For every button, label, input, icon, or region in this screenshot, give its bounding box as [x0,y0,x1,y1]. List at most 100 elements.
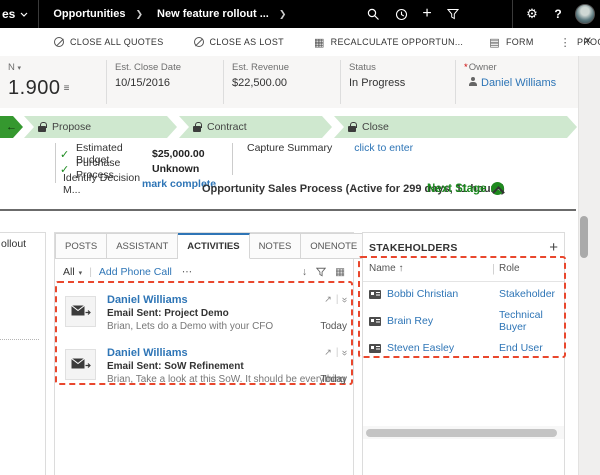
activity-subject[interactable]: Email Sent: Project Demo [107,308,347,319]
record-name-partial: ollout [1,238,27,250]
activity-owner-link[interactable]: Daniel Williams [107,294,347,306]
timeline-card: POSTS ASSISTANT ACTIVITIES NOTES ONENOTE… [54,232,368,475]
activity-row-email-project-demo[interactable]: Daniel Williams Email Sent: Project Demo… [65,294,350,340]
nav-divider [38,0,40,28]
command-bar: CLOSE ALL QUOTES CLOSE AS LOST ▦ RECALCU… [0,28,600,56]
partial-dropdown[interactable]: N ▾ [8,62,105,73]
tab-assistant[interactable]: ASSISTANT [107,233,179,259]
search-icon[interactable] [360,0,386,28]
menu-lines-icon[interactable]: ≡ [64,83,70,94]
filter-icon[interactable] [440,0,466,28]
prohibit-icon [54,37,64,47]
left-summary-card: ollout [0,232,46,475]
step-identify-decision[interactable]: Identify Decision M... mark complete [63,172,216,196]
close-all-quotes-label: CLOSE ALL QUOTES [70,37,164,47]
breadcrumb-chevron-icon: ❯ [278,8,287,19]
header-tile-est-close-date: Est. Close Date 10/15/2016 [106,60,223,104]
close-as-lost-button[interactable]: CLOSE AS LOST [193,37,284,47]
stage-label: Contract [207,121,247,133]
activity-body: Daniel Williams Email Sent: SoW Refineme… [107,347,350,385]
stage-close[interactable]: Close [334,116,577,138]
view-grid-icon[interactable]: ▦ [335,266,345,278]
form-icon: ▤ [489,36,500,49]
person-icon [468,77,477,86]
add-phone-call-link[interactable]: Add Phone Call [99,266,172,278]
tab-posts[interactable]: POSTS [55,233,108,259]
user-avatar[interactable] [575,4,595,24]
back-arrow-icon: ← [6,121,17,133]
stakeholder-row[interactable]: Steven Easley End User [369,342,556,354]
step-capture-summary[interactable]: Capture Summary click to enter [247,142,413,154]
create-new-icon[interactable]: + [414,0,440,28]
timeline-tabs: POSTS ASSISTANT ACTIVITIES NOTES ONENOTE [55,233,368,259]
tab-onenote[interactable]: ONENOTE [301,233,368,259]
field-value[interactable]: $22,500.00 [232,77,340,89]
click-to-enter-link[interactable]: click to enter [354,142,413,154]
dynamics-crm-app: es Opportunities ❯ New feature rollout .… [0,0,600,475]
stakeholder-role-link[interactable]: End User [499,342,543,354]
activity-row-email-sow-refinement[interactable]: Daniel Williams Email Sent: SoW Refineme… [65,347,350,393]
column-role-header[interactable]: Role [499,263,520,274]
owner-link[interactable]: Daniel Williams [481,77,556,89]
settings-gear-icon[interactable]: ⚙ [519,0,545,28]
toolbar-icon-group: ↓ ▦ [302,261,345,283]
filter-all-dropdown[interactable]: All ▾ [63,266,82,278]
field-value[interactable]: 10/15/2016 [115,77,223,89]
collapse-process-icon[interactable] [494,186,503,195]
activity-owner-link[interactable]: Daniel Williams [107,347,347,359]
activity-preview: Brian, Take a look at this SoW. It shoul… [107,374,347,385]
step-label: Identify Decision M... [63,172,141,196]
column-name-header[interactable]: Name ↑ [369,263,403,274]
contact-card-icon [369,289,381,299]
app-switcher[interactable]: es [0,7,28,21]
stakeholder-row[interactable]: Brain Rey Technical Buyer [369,309,556,333]
app-name-partial: es [2,7,16,21]
stage-detail-divider [232,143,233,175]
breadcrumb-record[interactable]: New feature rollout ... [157,8,269,20]
stakeholder-row[interactable]: Bobbi Christian Stakeholder [369,288,556,300]
add-stakeholder-button[interactable]: + [549,239,558,256]
stakeholder-name-link[interactable]: Steven Easley [387,342,454,354]
open-record-icon[interactable]: ↗ [324,294,332,305]
filter-icon[interactable] [316,267,327,277]
more-activities-button[interactable]: ⋯ [182,266,194,278]
sort-up-icon: ↑ [398,263,404,274]
stakeholder-role-link[interactable]: Technical Buyer [499,309,556,333]
recalculate-opportunity-button[interactable]: ▦ RECALCULATE OPPORTUN... [314,36,463,49]
vertical-scrollbar[interactable] [580,216,588,258]
activity-subject[interactable]: Email Sent: SoW Refinement [107,361,347,372]
next-stage-label: Next Stage [427,182,487,195]
lock-icon [193,126,201,132]
stakeholders-panel: STAKEHOLDERS + Name ↑ | Role Bobbi Chris… [358,232,566,475]
stakeholder-name-link[interactable]: Brain Rey [387,315,433,327]
sort-icon[interactable]: ↓ [302,266,307,278]
stage-label: Propose [52,121,92,133]
dotted-divider [0,339,39,340]
recent-items-icon[interactable] [388,0,414,28]
stage-contract[interactable]: Contract [179,116,332,138]
field-label: *Owner [464,62,497,73]
tab-notes[interactable]: NOTES [249,233,302,259]
stakeholder-name-link[interactable]: Bobbi Christian [387,288,458,300]
prohibit-icon [193,37,204,47]
stakeholder-role-link[interactable]: Stakeholder [499,288,555,300]
process-button[interactable]: ⋮ PROCESS ▾ [560,36,600,49]
tab-activities[interactable]: ACTIVITIES [178,233,250,259]
expand-double-chevron-icon[interactable]: » [339,297,350,302]
open-record-icon[interactable]: ↗ [324,347,332,358]
header-tile-owner: *Owner Daniel Williams [455,60,577,104]
stage-propose[interactable]: Propose [24,116,177,138]
lock-icon [348,126,356,132]
horizontal-scrollbar[interactable] [366,429,557,437]
close-record-icon[interactable]: × [584,32,592,48]
expand-double-chevron-icon[interactable]: » [339,350,350,355]
column-divider: | [492,262,495,275]
activity-preview: Brian, Lets do a Demo with your CFO [107,321,274,332]
close-all-quotes-button[interactable]: CLOSE ALL QUOTES [54,37,164,47]
stage-back-chevron[interactable]: ← [0,116,23,138]
field-value[interactable]: In Progress [349,77,455,89]
help-icon[interactable]: ? [545,0,571,28]
stage-label: Close [362,121,389,133]
breadcrumb-opportunities[interactable]: Opportunities [53,8,125,20]
form-button[interactable]: ▤ FORM [489,36,533,49]
